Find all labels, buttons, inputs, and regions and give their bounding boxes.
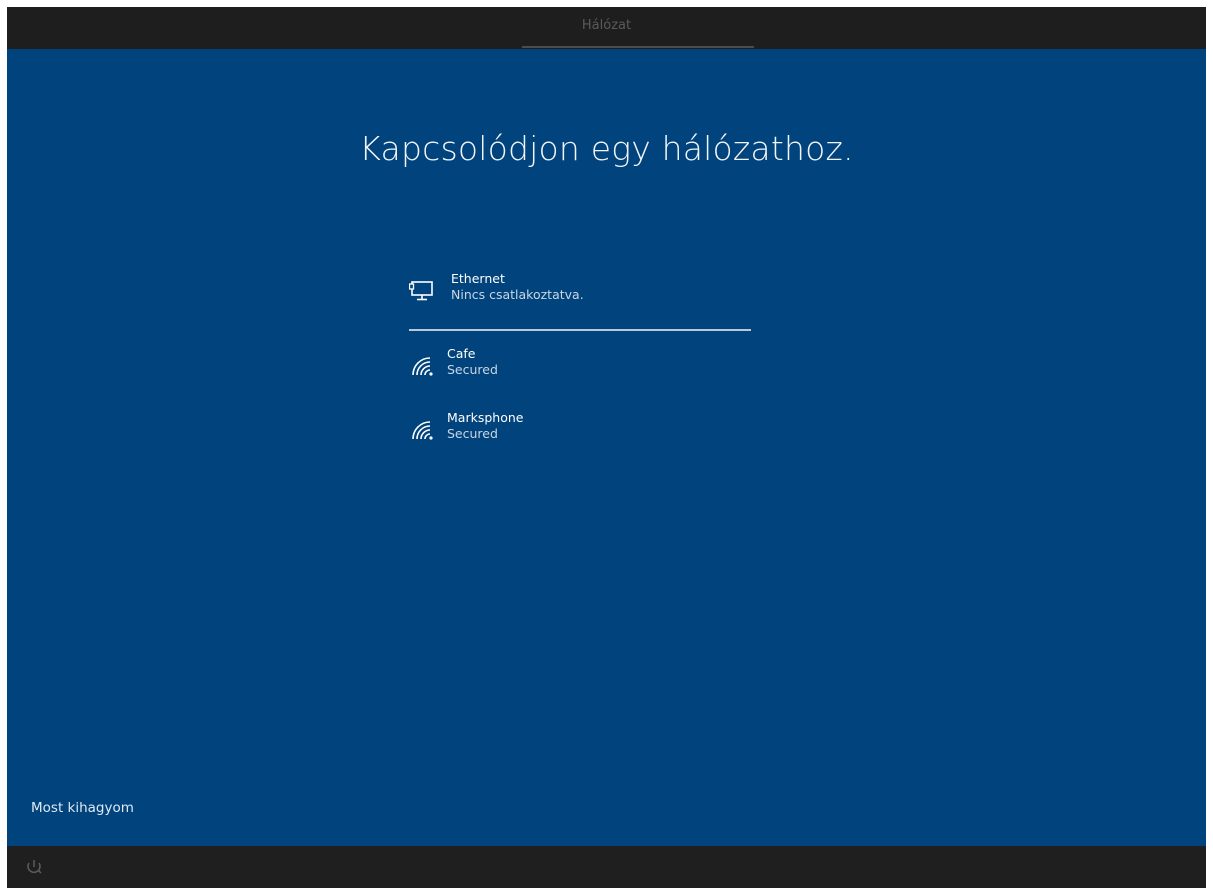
network-name: Marksphone (447, 410, 524, 425)
network-item-cafe[interactable]: Cafe Secured (407, 345, 752, 389)
network-status: Secured (447, 362, 498, 377)
network-item-marksphone[interactable]: Marksphone Secured (407, 409, 752, 453)
network-status: Nincs csatlakoztatva. (451, 287, 584, 302)
network-name: Cafe (447, 346, 476, 361)
network-item-text: Cafe Secured (447, 346, 498, 378)
bottom-bar (7, 846, 1206, 888)
network-item-ethernet[interactable]: Ethernet Nincs csatlakoztatva. (407, 270, 752, 326)
network-item-text: Ethernet Nincs csatlakoztatva. (451, 271, 584, 303)
step-title: Hálózat (581, 18, 632, 33)
top-bar: Hálózat (7, 7, 1206, 49)
selection-divider (409, 329, 751, 331)
ease-of-access-icon[interactable] (25, 858, 43, 880)
network-item-text: Marksphone Secured (447, 410, 523, 442)
network-name: Ethernet (451, 271, 505, 286)
oobe-window: Hálózat Kapcsolódjon egy hálózathoz. Eth… (7, 7, 1206, 888)
page-title: Kapcsolódjon egy hálózathoz. (359, 129, 854, 168)
wifi-icon (410, 355, 434, 381)
network-status: Secured (447, 426, 498, 441)
step-indicator (522, 46, 754, 48)
skip-for-now-link[interactable]: Most kihagyom (31, 800, 134, 816)
ethernet-monitor-icon (408, 280, 435, 306)
wifi-icon (410, 419, 434, 445)
network-setup-panel: Kapcsolódjon egy hálózathoz. Ethernet Ni… (7, 49, 1206, 846)
